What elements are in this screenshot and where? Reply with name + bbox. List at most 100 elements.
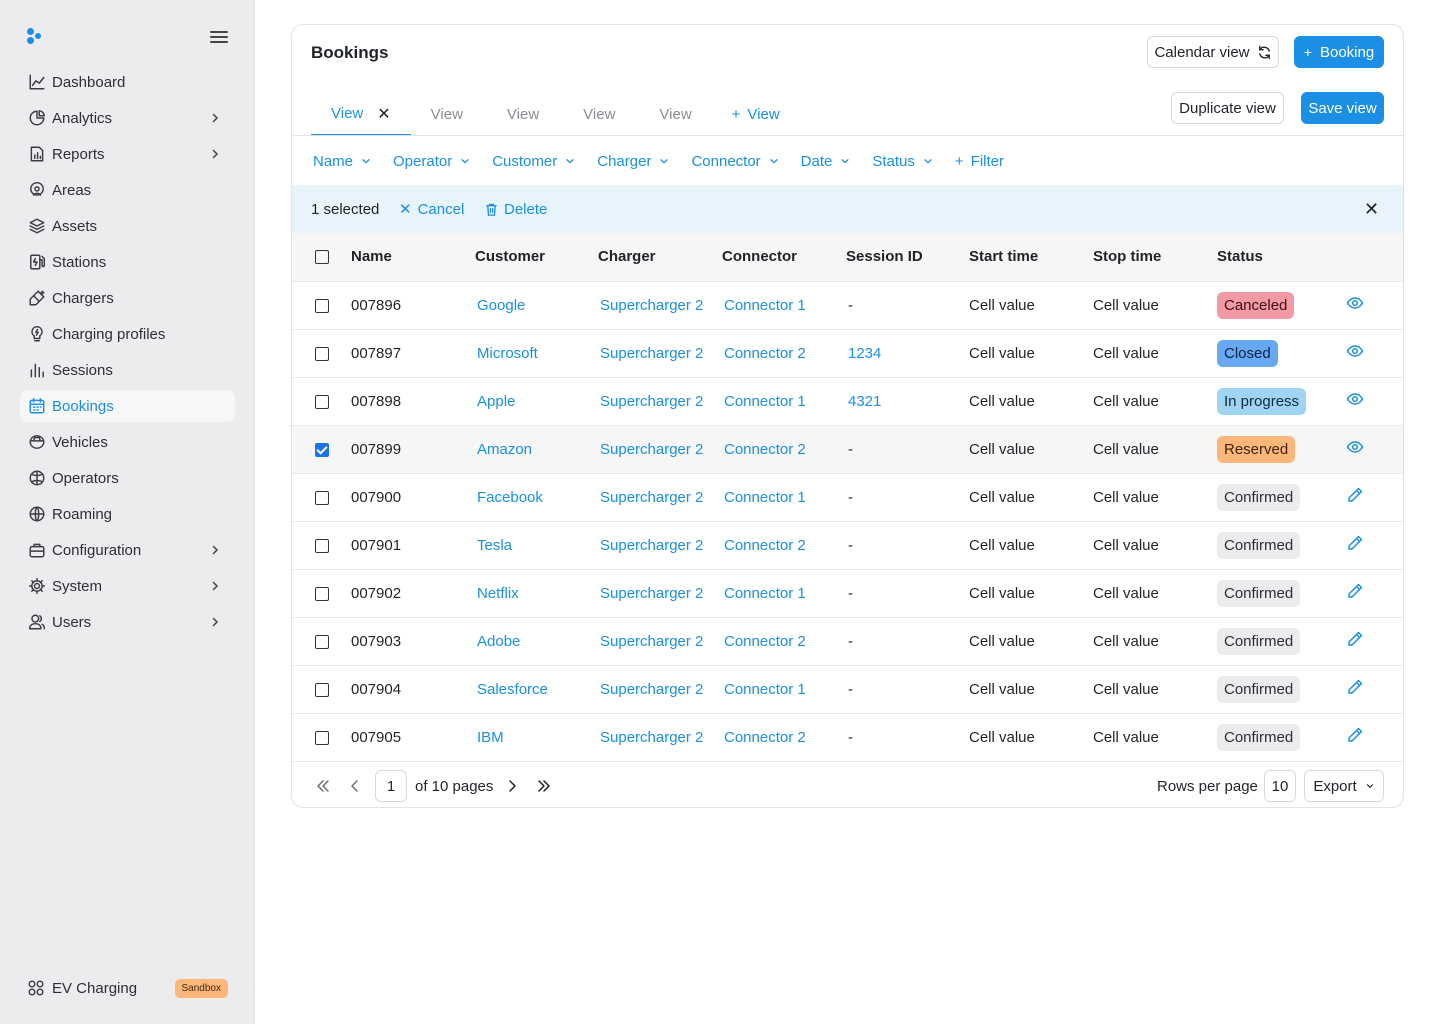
sidebar-item-operators[interactable]: Operators	[20, 462, 235, 494]
cell-customer-link[interactable]: Netflix	[475, 569, 598, 617]
tab-view[interactable]: View	[659, 93, 691, 136]
calendar-view-button[interactable]: Calendar view	[1147, 36, 1279, 68]
close-tab-icon[interactable]: ✕	[377, 104, 390, 124]
table-row[interactable]: 007904 Salesforce Supercharger 2 Connector …	[292, 665, 1403, 713]
table-row[interactable]: 007898 Apple Supercharger 2 Connector 1 4321…	[292, 377, 1403, 425]
last-page-icon[interactable]	[536, 778, 552, 794]
workspace-switcher[interactable]: EV Charging Sandbox	[28, 976, 228, 1000]
page-number-input[interactable]: 1	[375, 770, 407, 802]
tab-view-active[interactable]: View ✕	[311, 93, 411, 136]
export-dropdown[interactable]: Export	[1304, 770, 1384, 802]
cell-connector-link[interactable]: Connector 2	[722, 329, 846, 377]
cell-customer-link[interactable]: IBM	[475, 713, 598, 761]
table-row[interactable]: 007897 Microsoft Supercharger 2 Connector 2…	[292, 329, 1403, 377]
sidebar-item-analytics[interactable]: Analytics	[20, 102, 235, 134]
sidebar-item-assets[interactable]: Assets	[20, 210, 235, 242]
cell-connector-link[interactable]: Connector 2	[722, 617, 846, 665]
eye-icon[interactable]	[1346, 390, 1364, 408]
cell-charger-link[interactable]: Supercharger 2	[598, 329, 722, 377]
add-view-tab[interactable]: + View	[732, 93, 780, 136]
sidebar-item-system[interactable]: System	[20, 570, 235, 602]
col-name-header[interactable]: Name	[351, 233, 475, 281]
filter-charger[interactable]: Charger	[597, 153, 669, 170]
cell-connector-link[interactable]: Connector 1	[722, 665, 846, 713]
pencil-icon[interactable]	[1346, 582, 1364, 600]
row-checkbox[interactable]	[315, 298, 329, 313]
col-start-header[interactable]: Start time	[969, 233, 1093, 281]
pencil-icon[interactable]	[1346, 678, 1364, 696]
tab-view[interactable]: View	[507, 93, 539, 136]
cell-charger-link[interactable]: Supercharger 2	[598, 425, 722, 473]
sidebar-item-bookings[interactable]: Bookings	[20, 390, 235, 422]
table-row[interactable]: 007901 Tesla Supercharger 2 Connector 2- Cel…	[292, 521, 1403, 569]
sidebar-item-dashboard[interactable]: Dashboard	[20, 66, 235, 98]
cell-customer-link[interactable]: Amazon	[475, 425, 598, 473]
row-checkbox[interactable]	[315, 394, 329, 409]
table-row[interactable]: 007903 Adobe Supercharger 2 Connector 2- Cel…	[292, 617, 1403, 665]
filter-connector[interactable]: Connector	[691, 153, 778, 170]
filter-name[interactable]: Name	[313, 153, 371, 170]
cell-charger-link[interactable]: Supercharger 2	[598, 521, 722, 569]
table-row[interactable]: 007900 Facebook Supercharger 2 Connector 1-…	[292, 473, 1403, 521]
pencil-icon[interactable]	[1346, 726, 1364, 744]
cell-customer-link[interactable]: Microsoft	[475, 329, 598, 377]
sidebar-item-stations[interactable]: Stations	[20, 246, 235, 278]
col-status-header[interactable]: Status	[1217, 233, 1340, 281]
cell-charger-link[interactable]: Supercharger 2	[598, 665, 722, 713]
col-stop-header[interactable]: Stop time	[1093, 233, 1217, 281]
add-booking-button[interactable]: + Booking	[1294, 36, 1384, 68]
row-checkbox[interactable]	[315, 682, 329, 697]
filter-operator[interactable]: Operator	[393, 153, 470, 170]
cancel-selection-button[interactable]: ✕ Cancel	[399, 200, 464, 219]
row-checkbox[interactable]	[315, 538, 329, 553]
sidebar-item-roaming[interactable]: Roaming	[20, 498, 235, 530]
pencil-icon[interactable]	[1346, 534, 1364, 552]
select-all-checkbox[interactable]	[315, 250, 329, 265]
table-row[interactable]: 007905 IBM Supercharger 2 Connector 2- Cell …	[292, 713, 1403, 761]
table-row[interactable]: 007899 Amazon Supercharger 2 Connector 2- Ce…	[292, 425, 1403, 473]
close-selection-bar-icon[interactable]: ✕	[1364, 199, 1379, 220]
cell-charger-link[interactable]: Supercharger 2	[598, 473, 722, 521]
row-checkbox[interactable]	[315, 730, 329, 745]
cell-customer-link[interactable]: Apple	[475, 377, 598, 425]
cell-connector-link[interactable]: Connector 1	[722, 569, 846, 617]
table-row[interactable]: 007902 Netflix Supercharger 2 Connector 1- C…	[292, 569, 1403, 617]
cell-charger-link[interactable]: Supercharger 2	[598, 377, 722, 425]
filter-status[interactable]: Status	[872, 153, 933, 170]
cell-customer-link[interactable]: Facebook	[475, 473, 598, 521]
sidebar-item-reports[interactable]: Reports	[20, 138, 235, 170]
tab-view[interactable]: View	[431, 93, 463, 136]
cell-connector-link[interactable]: Connector 1	[722, 473, 846, 521]
sidebar-item-charging-profiles[interactable]: Charging profiles	[20, 318, 235, 350]
delete-selection-button[interactable]: Delete	[484, 201, 547, 218]
sidebar-item-areas[interactable]: Areas	[20, 174, 235, 206]
col-connector-header[interactable]: Connector	[722, 233, 846, 281]
cell-charger-link[interactable]: Supercharger 2	[598, 713, 722, 761]
col-charger-header[interactable]: Charger	[598, 233, 722, 281]
cell-charger-link[interactable]: Supercharger 2	[598, 617, 722, 665]
row-checkbox[interactable]	[315, 346, 329, 361]
filter-date[interactable]: Date	[801, 153, 851, 170]
cell-connector-link[interactable]: Connector 2	[722, 425, 846, 473]
first-page-icon[interactable]	[315, 778, 331, 794]
cell-customer-link[interactable]: Salesforce	[475, 665, 598, 713]
row-checkbox[interactable]	[315, 634, 329, 649]
cell-connector-link[interactable]: Connector 2	[722, 713, 846, 761]
table-row[interactable]: 007896 Google Supercharger 2 Connector 1- Ce…	[292, 281, 1403, 329]
pencil-icon[interactable]	[1346, 486, 1364, 504]
add-filter-button[interactable]: + Filter	[955, 153, 1004, 170]
cell-customer-link[interactable]: Tesla	[475, 521, 598, 569]
save-view-button[interactable]: Save view	[1301, 92, 1384, 124]
row-checkbox[interactable]	[315, 490, 329, 505]
prev-page-icon[interactable]	[347, 778, 363, 794]
eye-icon[interactable]	[1346, 438, 1364, 456]
duplicate-view-button[interactable]: Duplicate view	[1171, 92, 1284, 124]
cell-session-id[interactable]: 4321	[846, 377, 969, 425]
cell-connector-link[interactable]: Connector 1	[722, 281, 846, 329]
eye-icon[interactable]	[1346, 342, 1364, 360]
pencil-icon[interactable]	[1346, 630, 1364, 648]
sidebar-item-chargers[interactable]: Chargers	[20, 282, 235, 314]
eye-icon[interactable]	[1346, 294, 1364, 312]
app-logo[interactable]	[27, 28, 45, 46]
cell-connector-link[interactable]: Connector 2	[722, 521, 846, 569]
